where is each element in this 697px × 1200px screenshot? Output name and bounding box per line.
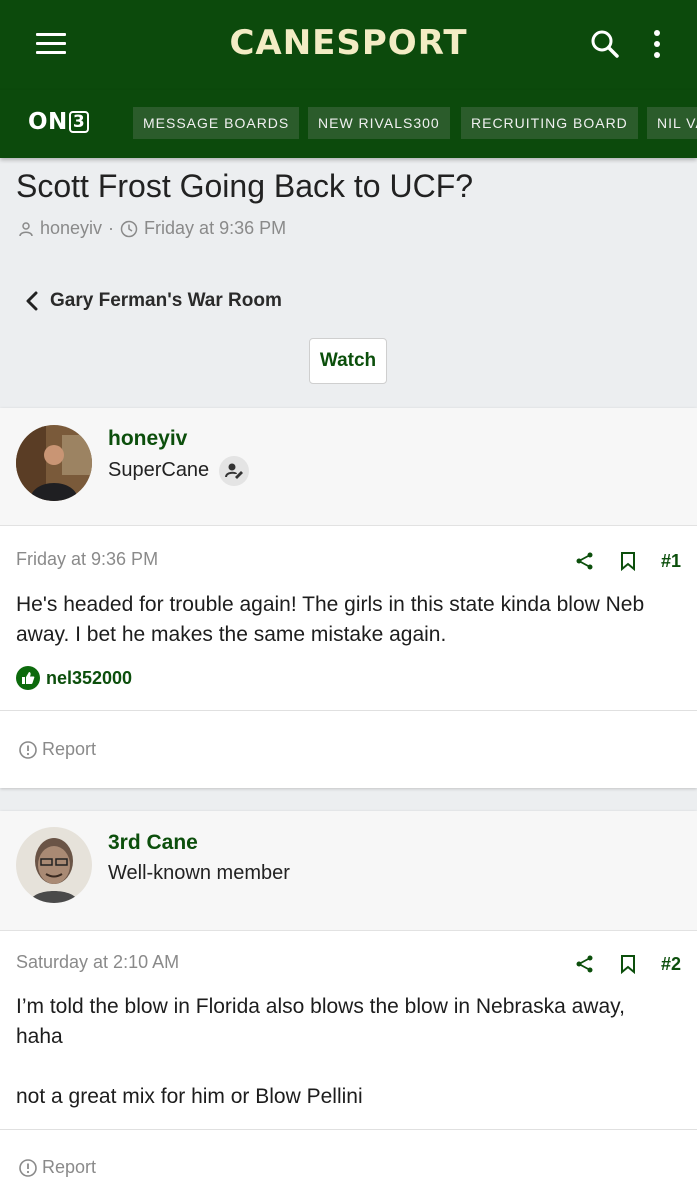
nav-item-new-rivals300[interactable]: NEW RIVALS300 [308,107,450,139]
thread-meta: honeyiv · Friday at 9:36 PM [18,218,286,239]
share-icon[interactable] [575,954,595,979]
report-label: Report [42,1157,97,1177]
nav-bar: ON 3 MESSAGE BOARDS NEW RIVALS300 RECRUIT… [0,90,697,158]
alert-circle-icon [19,1158,37,1177]
user-edit-icon[interactable] [219,456,249,486]
alert-circle-icon [19,740,37,759]
share-icon[interactable] [575,551,595,576]
user-title: SuperCane [108,459,210,481]
thread-title: Scott Frost Going Back to UCF? [16,168,474,204]
more-vertical-icon[interactable] [650,28,664,60]
bookmark-icon[interactable] [620,954,636,979]
user-title: Well-known member [108,862,290,884]
avatar[interactable] [16,827,92,903]
thread-author[interactable]: honeyiv [40,218,102,239]
post-line: haha [16,1025,63,1048]
post-user-block: honeyiv SuperCane [0,408,697,526]
reaction-user[interactable]: nel352000 [46,668,132,689]
nav-item-message-boards[interactable]: MESSAGE BOARDS [133,107,300,139]
forum-name: Gary Ferman's War Room [50,290,282,311]
post-2: 3rd Cane Well-known member Saturday at 2… [0,811,697,1200]
post-1: honeyiv SuperCane Friday at 9:36 PM #1 H… [0,408,697,788]
post-line: not a great mix for him or Blow Pellini [16,1085,363,1108]
post-user-block: 3rd Cane Well-known member [0,811,697,931]
avatar[interactable] [16,425,92,501]
post-body: He's headed for trouble again! The girls… [16,593,645,646]
post-body: I’m told the blow in Florida also blows … [16,992,686,1112]
meta-separator: · [108,218,115,238]
forum-back-link[interactable]: Gary Ferman's War Room [26,290,282,312]
on3-logo[interactable]: ON 3 [28,109,90,135]
thread-date[interactable]: Friday at 9:36 PM [144,218,286,239]
post-divider [0,1129,697,1130]
user-icon [19,221,33,236]
clock-icon [120,220,138,237]
bookmark-icon[interactable] [620,551,636,576]
post-divider [0,710,697,711]
chevron-left-icon [26,291,38,311]
post-line: I’m told the blow in Florida also blows … [16,995,625,1018]
search-icon[interactable] [588,28,622,62]
post-username[interactable]: honeyiv [108,427,187,451]
nav-item-nil[interactable]: NIL VA [647,107,697,139]
watch-button[interactable]: Watch [309,338,387,384]
top-header: CANESPORT [0,0,697,90]
report-link[interactable]: Report [18,739,96,760]
post-date[interactable]: Saturday at 2:10 AM [16,952,179,973]
reaction-bar[interactable]: nel352000 [16,666,132,690]
post-line-blank [16,1052,686,1082]
post-date[interactable]: Friday at 9:36 PM [16,549,158,570]
post-number[interactable]: #1 [661,551,681,572]
report-label: Report [42,739,97,759]
post-username[interactable]: 3rd Cane [108,831,198,855]
post-number[interactable]: #2 [661,954,681,975]
report-link[interactable]: Report [18,1157,96,1178]
nav-item-recruiting-board[interactable]: RECRUITING BOARD [461,107,638,139]
like-icon [16,666,40,690]
